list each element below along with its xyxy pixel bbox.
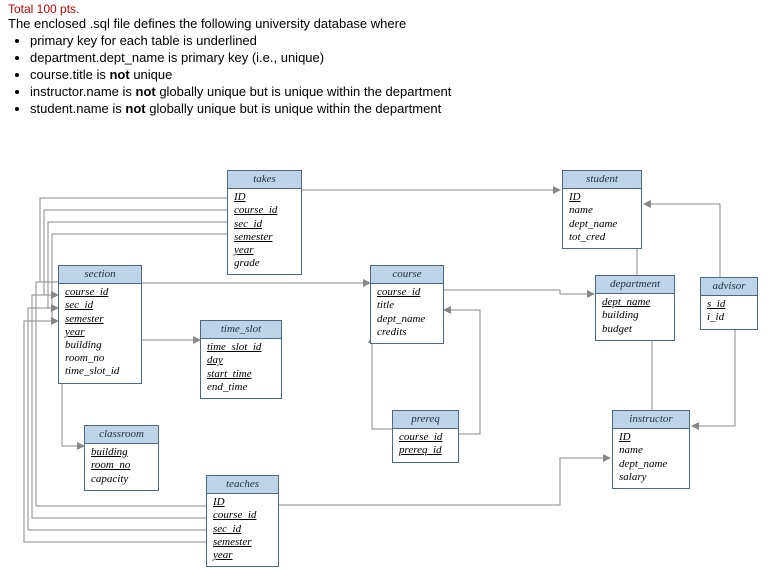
entity-attrs: ID course_id sec_id semester year: [207, 494, 278, 566]
entity-title: classroom: [85, 426, 158, 444]
bullet-list: primary key for each table is underlined…: [30, 33, 776, 116]
entity-course: course course_id title dept_name credits: [370, 265, 444, 344]
bullet-item: primary key for each table is underlined: [30, 33, 776, 48]
bullet-item: student.name is not globally unique but …: [30, 101, 776, 116]
entity-attrs: dept_name building budget: [596, 294, 674, 340]
entity-title: takes: [228, 171, 301, 189]
entity-advisor: advisor s_id i_id: [700, 277, 758, 330]
entity-title: prereq: [393, 411, 458, 429]
bullet-item: department.dept_name is primary key (i.e…: [30, 50, 776, 65]
entity-attrs: course_id sec_id semester year building …: [59, 284, 141, 382]
entity-attrs: ID name dept_name tot_cred: [563, 189, 641, 248]
entity-title: student: [563, 171, 641, 189]
intro-text: The enclosed .sql file defines the follo…: [8, 16, 776, 31]
bullet-item: instructor.name is not globally unique b…: [30, 84, 776, 99]
entity-title: instructor: [613, 411, 689, 429]
entity-section: section course_id sec_id semester year b…: [58, 265, 142, 384]
entity-attrs: ID course_id sec_id semester year grade: [228, 189, 301, 274]
entity-student: student ID name dept_name tot_cred: [562, 170, 642, 249]
er-diagram: takes ID course_id sec_id semester year …: [0, 160, 784, 571]
entity-attrs: s_id i_id: [701, 296, 757, 328]
entity-title: course: [371, 266, 443, 284]
entity-title: section: [59, 266, 141, 284]
entity-attrs: course_id title dept_name credits: [371, 284, 443, 343]
entity-attrs: building room_no capacity: [85, 444, 158, 490]
entity-attrs: ID name dept_name salary: [613, 429, 689, 488]
entity-prereq: prereq course_id prereq_id: [392, 410, 459, 463]
header: Total 100 pts. The enclosed .sql file de…: [0, 0, 784, 118]
cutoff-text: Total 100 pts.: [8, 2, 776, 16]
entity-instructor: instructor ID name dept_name salary: [612, 410, 690, 489]
bullet-item: course.title is not unique: [30, 67, 776, 82]
entity-time-slot: time_slot time_slot_id day start_time en…: [200, 320, 282, 399]
entity-title: department: [596, 276, 674, 294]
entity-teaches: teaches ID course_id sec_id semester yea…: [206, 475, 279, 567]
entity-classroom: classroom building room_no capacity: [84, 425, 159, 491]
entity-attrs: time_slot_id day start_time end_time: [201, 339, 281, 398]
entity-title: advisor: [701, 278, 757, 296]
entity-title: teaches: [207, 476, 278, 494]
entity-attrs: course_id prereq_id: [393, 429, 458, 461]
entity-department: department dept_name building budget: [595, 275, 675, 341]
entity-takes: takes ID course_id sec_id semester year …: [227, 170, 302, 275]
entity-title: time_slot: [201, 321, 281, 339]
